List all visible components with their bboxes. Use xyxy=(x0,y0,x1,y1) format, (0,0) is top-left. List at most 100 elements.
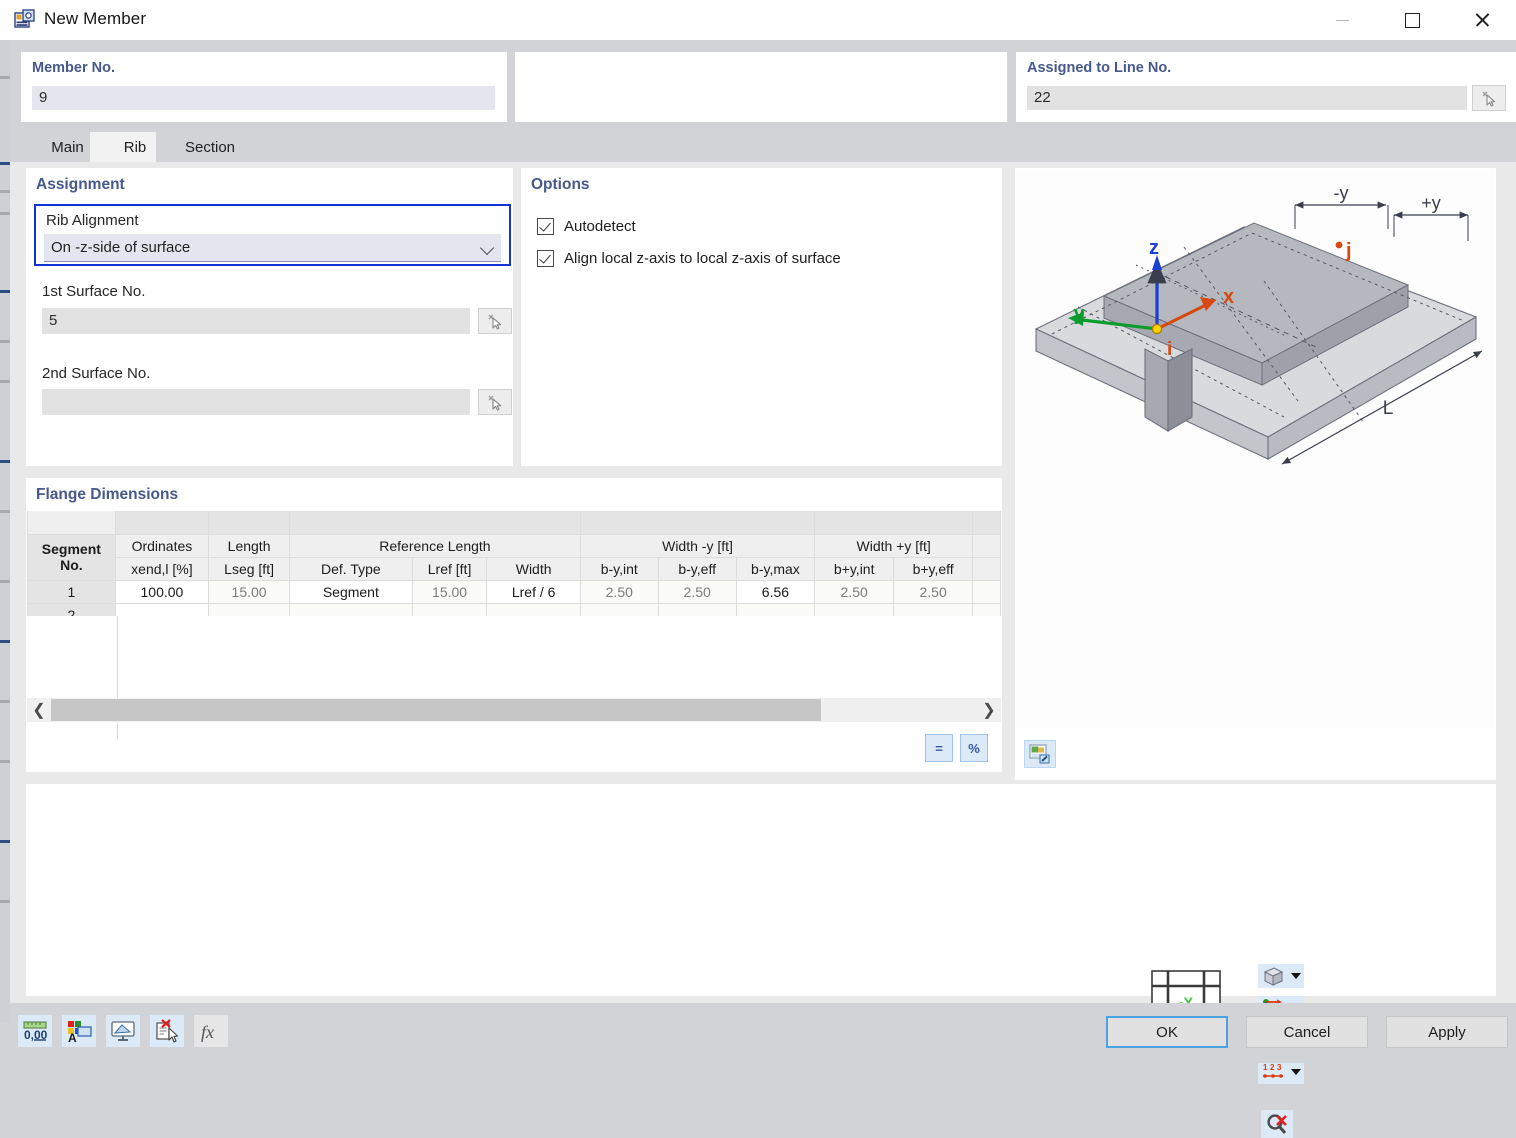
second-surface-input[interactable] xyxy=(42,389,470,415)
col-xend[interactable]: xend,l [%] xyxy=(114,556,210,581)
col-b-plus-y-int[interactable]: b+y,int xyxy=(814,556,895,581)
member-no-label: Member No. xyxy=(32,60,115,76)
table-row[interactable]: 1 100.00 15.00 Segment 15.00 Lref / 6 2.… xyxy=(27,579,1001,604)
header-middle-group xyxy=(515,52,1007,122)
assignment-panel: Assignment Rib Alignment On -z-side of s… xyxy=(26,168,513,466)
units-icon: 0,00 xyxy=(23,1021,48,1042)
rib-alignment-focus-frame: Rib Alignment On -z-side of surface xyxy=(34,204,511,266)
row-1-b-minus-y-max[interactable]: 6.56 xyxy=(735,579,816,604)
col-b-minus-y-int[interactable]: b-y,int xyxy=(579,556,659,581)
svg-text:j: j xyxy=(1345,240,1352,262)
col-width-minus-y-group[interactable]: Width -y [ft] xyxy=(579,533,816,558)
row-1-b-minus-y-int[interactable]: 2.50 xyxy=(579,579,659,604)
rib-preview-graphic[interactable]: z y x i j -y +y L xyxy=(1016,169,1495,729)
option-autodetect[interactable]: Autodetect xyxy=(537,218,636,235)
numbering-button[interactable]: 1 2 3 xyxy=(1258,1060,1304,1084)
window-title: New Member xyxy=(44,9,147,28)
col-b-minus-y-max[interactable]: b-y,max xyxy=(735,556,816,581)
col-width[interactable]: Width xyxy=(486,556,581,581)
row-1-def-type[interactable]: Segment xyxy=(289,579,413,604)
chevron-down-icon[interactable] xyxy=(1291,973,1301,979)
delete-object-icon xyxy=(156,1019,179,1043)
hscrollbar-track[interactable] xyxy=(51,698,977,722)
tab-section[interactable]: Section xyxy=(156,132,264,162)
chevron-down-icon[interactable] xyxy=(1291,1069,1301,1075)
dim-plus-y-label: +y xyxy=(1421,193,1441,213)
first-surface-pick-cursor-icon[interactable] xyxy=(478,308,512,334)
col-def-type[interactable]: Def. Type xyxy=(289,556,413,581)
footer-bar: 0,00 A fx OK Cancel Apply xyxy=(10,1003,1516,1063)
table-top-strip xyxy=(27,511,1001,535)
col-segment-no[interactable]: Segment No. xyxy=(27,533,116,581)
col-lseg[interactable]: Lseg [ft] xyxy=(208,556,291,581)
col-reference-length-group[interactable]: Reference Length xyxy=(289,533,581,558)
col-lref[interactable]: Lref [ft] xyxy=(411,556,488,581)
formula-icon: fx xyxy=(201,1022,214,1042)
col-width-plus-y-group[interactable]: Width +y [ft] xyxy=(814,533,974,558)
apply-button[interactable]: Apply xyxy=(1386,1016,1508,1048)
flange-dimensions-panel: Flange Dimensions Segment No. Ordinates … xyxy=(26,478,1002,772)
member-no-input[interactable]: 9 xyxy=(32,86,495,110)
title-bar: New Member xyxy=(0,0,1516,40)
pick-cursor-icon[interactable] xyxy=(1472,85,1506,111)
row-1-b-minus-y-eff[interactable]: 2.50 xyxy=(657,579,737,604)
delete-object-button[interactable] xyxy=(150,1015,184,1047)
maximize-icon[interactable] xyxy=(1389,0,1435,40)
col-b-plus-y-eff[interactable]: b+y,eff xyxy=(893,556,974,581)
row-1-lseg[interactable]: 15.00 xyxy=(208,579,291,604)
row-1-xend[interactable]: 100.00 xyxy=(114,579,210,604)
formula-button[interactable]: fx xyxy=(194,1015,228,1047)
second-surface-pick-cursor-icon[interactable] xyxy=(478,389,512,415)
col-overflow xyxy=(972,556,1001,581)
checkbox-icon[interactable] xyxy=(537,218,554,235)
rib-alignment-select[interactable]: On -z-side of surface xyxy=(44,234,501,262)
flange-mini-buttons: = % xyxy=(925,734,988,762)
tab-strip: Main Rib Section xyxy=(10,132,1516,162)
units-button[interactable]: 0,00 xyxy=(18,1015,52,1047)
minimize-icon[interactable] xyxy=(1319,0,1365,40)
table-group-header-row: Segment No. Ordinates Length Reference L… xyxy=(27,533,1001,581)
dim-length-label: L xyxy=(1383,398,1394,419)
cancel-button[interactable]: Cancel xyxy=(1246,1016,1368,1048)
row-1-b-plus-y-int[interactable]: 2.50 xyxy=(814,579,895,604)
render-mode-button[interactable] xyxy=(1258,964,1304,988)
col-overflow-group xyxy=(972,533,1001,558)
assigned-line-input[interactable]: 22 xyxy=(1027,86,1467,110)
row-1-b-plus-y-eff[interactable]: 2.50 xyxy=(893,579,974,604)
checkbox-icon[interactable] xyxy=(537,250,554,267)
first-surface-input[interactable]: 5 xyxy=(42,308,470,334)
ok-button[interactable]: OK xyxy=(1106,1016,1228,1048)
preview-settings-icon[interactable] xyxy=(1024,740,1056,768)
hscrollbar-thumb[interactable] xyxy=(51,699,821,721)
member-no-group: Member No. 9 xyxy=(21,52,507,122)
chevron-left-icon[interactable]: ❮ xyxy=(27,698,51,722)
row-1-width[interactable]: Lref / 6 xyxy=(486,579,581,604)
svg-text:A: A xyxy=(68,1031,77,1043)
numbering-icon: 1 2 3 xyxy=(1263,1063,1283,1078)
chevron-right-icon[interactable]: ❯ xyxy=(977,698,1001,722)
option-align-local-z-axis[interactable]: Align local z-axis to local z-axis of su… xyxy=(537,250,841,267)
col-b-minus-y-eff[interactable]: b-y,eff xyxy=(657,556,737,581)
rib-alignment-label: Rib Alignment xyxy=(46,212,139,229)
percent-button[interactable]: % xyxy=(960,734,988,762)
col-length-group[interactable]: Length xyxy=(208,533,291,558)
option-align-local-z-axis-label: Align local z-axis to local z-axis of su… xyxy=(564,250,841,267)
display-properties-button[interactable]: A xyxy=(62,1015,96,1047)
dim-minus-y-label: -y xyxy=(1334,183,1349,203)
svg-text:y: y xyxy=(1073,303,1085,325)
visibility-button[interactable] xyxy=(106,1015,140,1047)
equalize-button[interactable]: = xyxy=(925,734,953,762)
second-surface-label: 2nd Surface No. xyxy=(42,365,151,382)
rib-alignment-value: On -z-side of surface xyxy=(51,239,191,256)
svg-text:3: 3 xyxy=(1277,1063,1282,1072)
visibility-icon xyxy=(111,1021,135,1041)
row-1-lref[interactable]: 15.00 xyxy=(411,579,488,604)
clear-selection-icon xyxy=(1267,1114,1287,1134)
svg-text:1: 1 xyxy=(1263,1063,1268,1072)
row-1-overflow xyxy=(972,579,1001,604)
row-1-no: 1 xyxy=(27,579,116,604)
close-icon[interactable] xyxy=(1459,0,1505,40)
flange-table-hscrollbar[interactable]: ❮ ❯ xyxy=(27,698,1001,722)
clear-selection-button[interactable] xyxy=(1261,1110,1293,1138)
col-ordinates-group[interactable]: Ordinates xyxy=(114,533,210,558)
